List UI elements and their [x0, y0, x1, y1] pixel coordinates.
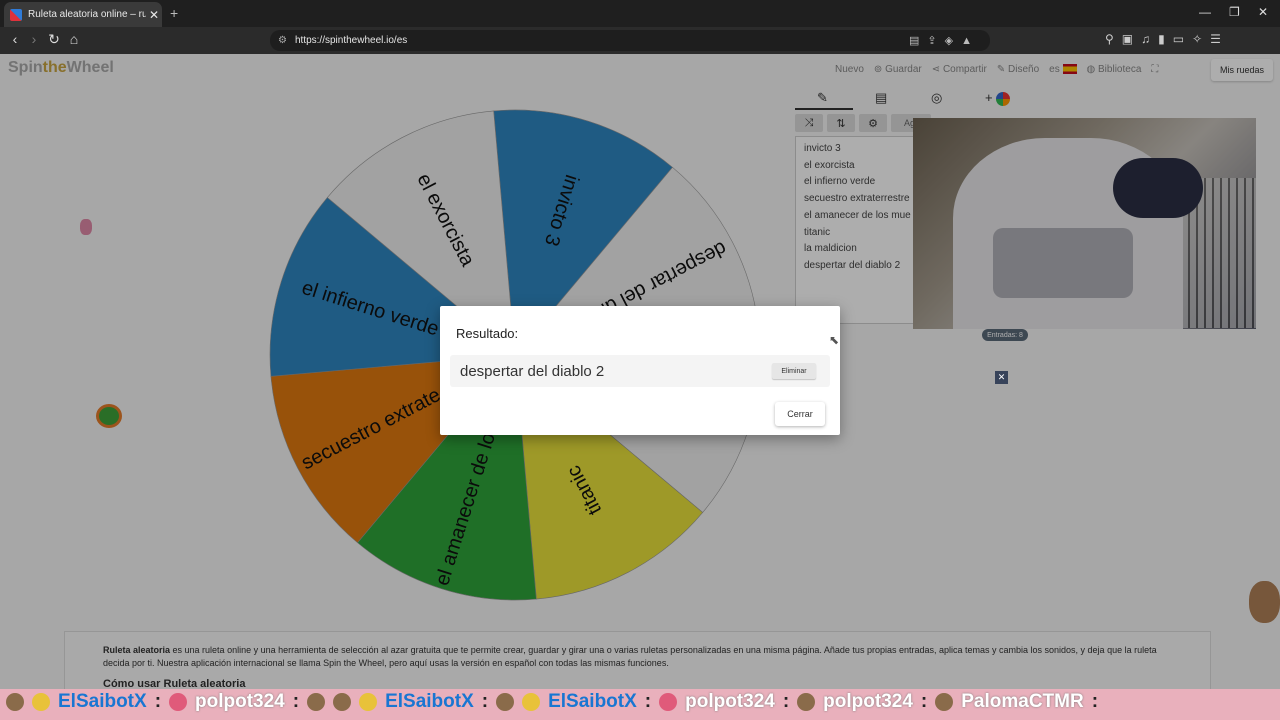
- browser-toolbar: ‹ › ↻ ⌂ ⚙ https://spinthewheel.io/es ▤⇪◈…: [0, 27, 1280, 54]
- remove-button[interactable]: Eliminar: [772, 363, 816, 379]
- extension-icons[interactable]: ⚲▣♫▮▭✧☰: [1105, 32, 1229, 46]
- chat-separator: :: [782, 691, 790, 712]
- close-button[interactable]: Cerrar: [775, 402, 825, 426]
- forward-icon[interactable]: ›: [25, 31, 43, 47]
- result-value: despertar del diablo 2: [460, 363, 605, 380]
- dismiss-icon[interactable]: ✕: [995, 371, 1008, 384]
- chat-separator: :: [292, 691, 300, 712]
- emote-icon: [797, 693, 816, 711]
- back-icon[interactable]: ‹: [6, 31, 24, 47]
- address-bar[interactable]: ⚙ https://spinthewheel.io/es ▤⇪◈▲: [270, 30, 990, 51]
- close-window-icon[interactable]: ✕: [1258, 5, 1268, 19]
- chat-username: ElSaibotX: [385, 691, 474, 712]
- emote-icon: [169, 693, 188, 711]
- minimize-icon[interactable]: —: [1199, 5, 1211, 19]
- site-settings-icon[interactable]: ⚙: [278, 35, 287, 46]
- badge-icon: [359, 693, 378, 711]
- badge-icon: [32, 693, 50, 711]
- mouse-cursor-icon: ⬉: [829, 333, 840, 347]
- chat-separator: :: [481, 691, 489, 712]
- badge-icon: [522, 693, 541, 711]
- chat-username: ElSaibotX: [548, 691, 637, 712]
- chat-separator: :: [920, 691, 928, 712]
- result-dialog: Resultado: despertar del diablo 2 Elimin…: [440, 306, 840, 435]
- emote-icon: [659, 693, 678, 711]
- emote-icon: [496, 693, 515, 711]
- chat-username: PalomaCTMR: [961, 691, 1084, 712]
- chat-username: ElSaibotX: [58, 691, 147, 712]
- tab-close-icon[interactable]: ✕: [146, 8, 162, 22]
- chat-separator: :: [154, 691, 162, 712]
- chat-username: polpot324: [823, 691, 913, 712]
- chat-username: polpot324: [685, 691, 775, 712]
- url-text: https://spinthewheel.io/es: [294, 35, 408, 46]
- emote-icon: [333, 693, 352, 711]
- browser-tab-bar: Ruleta aleatoria online – ruleta d ✕ + —…: [0, 0, 1280, 27]
- chat-username: polpot324: [195, 691, 285, 712]
- page-content: SpintheWheel Nuevo ⊚ Guardar ⋖ Compartir…: [0, 54, 1280, 720]
- emote-icon: [307, 693, 326, 711]
- chat-separator: :: [644, 691, 652, 712]
- home-icon[interactable]: ⌂: [65, 31, 83, 47]
- site-favicon-icon: [10, 8, 22, 21]
- chat-ticker-content: ElSaibotX: polpot324: ElSaibotX: ElSaibo…: [6, 691, 1098, 713]
- reload-icon[interactable]: ↻: [45, 31, 63, 48]
- dialog-title: Resultado:: [456, 326, 519, 341]
- result-row: despertar del diablo 2 Eliminar: [450, 355, 830, 387]
- emote-icon: [6, 693, 24, 711]
- address-bar-actions[interactable]: ▤⇪◈▲: [909, 34, 980, 47]
- emote-icon: [935, 693, 954, 711]
- new-tab-button[interactable]: +: [170, 5, 178, 21]
- tab-title: Ruleta aleatoria online – ruleta d: [28, 9, 146, 20]
- browser-tab[interactable]: Ruleta aleatoria online – ruleta d ✕: [4, 2, 162, 27]
- chat-separator: :: [1091, 691, 1099, 712]
- chat-ticker: ElSaibotX: polpot324: ElSaibotX: ElSaibo…: [0, 689, 1280, 720]
- maximize-icon[interactable]: ❐: [1229, 5, 1240, 19]
